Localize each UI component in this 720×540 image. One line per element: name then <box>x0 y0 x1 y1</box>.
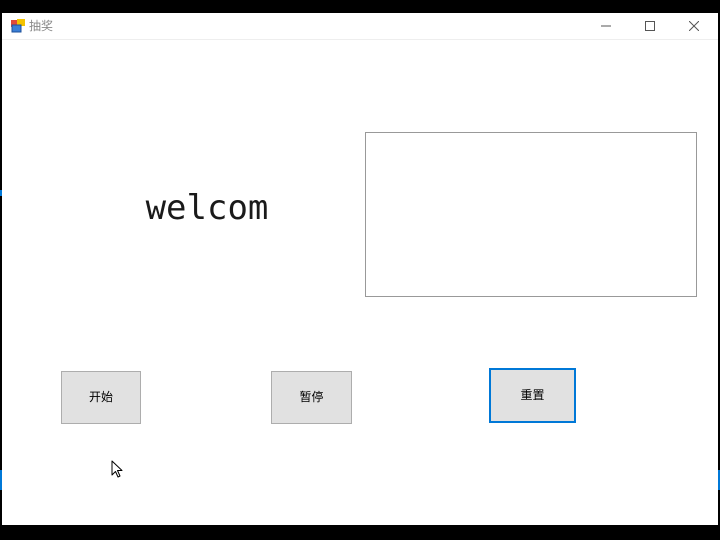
minimize-button[interactable] <box>584 13 628 39</box>
app-icon[interactable] <box>10 18 26 34</box>
maximize-icon <box>645 21 655 31</box>
window-title: 抽奖 <box>29 19 54 33</box>
welcome-label: welcom <box>145 188 269 228</box>
close-icon <box>689 21 699 31</box>
start-button[interactable]: 开始 <box>61 371 141 424</box>
lottery-window: 抽奖 welcom 开始 暂停 重置 <box>2 13 718 525</box>
result-textbox[interactable] <box>365 132 697 297</box>
maximize-button[interactable] <box>628 13 672 39</box>
reset-button[interactable]: 重置 <box>489 368 576 423</box>
minimize-icon <box>601 25 611 27</box>
title-bar[interactable]: 抽奖 <box>2 13 718 40</box>
close-button[interactable] <box>672 13 716 39</box>
screen: 抽奖 welcom 开始 暂停 重置 <box>0 0 720 540</box>
mouse-cursor-icon <box>111 460 123 478</box>
pause-button[interactable]: 暂停 <box>271 371 352 424</box>
